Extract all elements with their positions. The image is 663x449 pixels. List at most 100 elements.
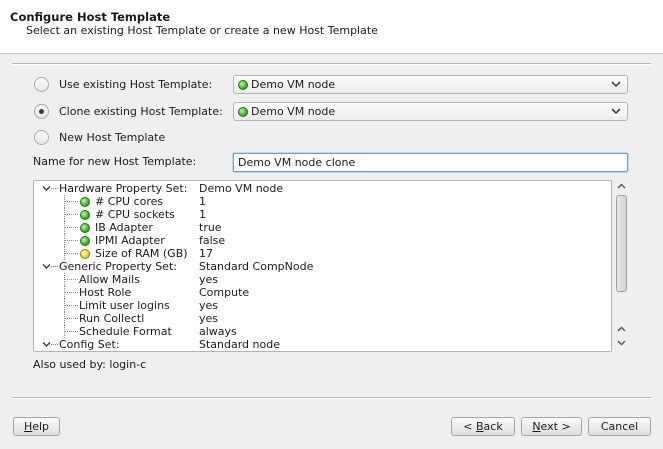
help-label-rest: elp [32,420,50,433]
back-prefix: < [463,420,476,433]
tree-group-row[interactable]: Generic Property Set: Standard CompNode [34,260,611,273]
tree-value: 17 [199,247,213,260]
tree-key: IPMI Adapter [95,234,165,247]
tree-branch-line [64,331,78,332]
use-existing-radio[interactable] [34,76,49,92]
tree-key: # CPU sockets [95,208,175,221]
tree-row[interactable]: IPMI Adapter false [34,234,611,247]
tree-row[interactable]: Allow Mails yes [34,273,611,286]
tree-key: IB Adapter [95,221,153,234]
tree-value: yes [199,273,219,286]
green-status-icon [80,236,90,246]
tree-branch-line [64,305,78,306]
tree-value: always [199,325,237,338]
tree-value: 1 [199,208,206,221]
tree-value: true [199,221,222,234]
tree-row[interactable]: Schedule Format always [34,325,611,338]
chevron-down-icon [611,108,621,115]
expand-chevron-icon[interactable] [42,263,51,270]
tree-key: Limit user logins [79,299,170,312]
green-status-icon [80,197,90,207]
next-button[interactable]: Next > [521,417,582,436]
tree-scrollbar[interactable] [614,180,629,352]
tree-branch-line [64,292,78,293]
tree-row[interactable]: # CPU cores 1 [34,195,611,208]
tree-key: Schedule Format [79,325,172,338]
tree-row[interactable]: Limit user logins yes [34,299,611,312]
tree-key: # CPU cores [95,195,164,208]
tree-value: 1 [199,195,206,208]
clone-existing-combo[interactable]: Demo VM node [233,102,628,121]
tree-branch-line [64,201,78,202]
back-button[interactable]: < Back [451,417,515,436]
new-template-radio[interactable] [34,129,49,145]
tree-key: Allow Mails [79,273,140,286]
tree-value: yes [199,299,219,312]
green-status-icon [238,106,248,117]
tree-branch-line [51,266,58,267]
help-mnemonic: H [23,420,33,433]
tree-branch-line [64,318,78,319]
template-name-input[interactable] [233,153,628,172]
tree-value: Demo VM node [199,182,284,195]
next-label-rest: ext > [540,420,571,433]
tree-branch-line [64,279,78,280]
tree-branch-line [64,214,78,215]
clone-existing-combo-value: Demo VM node [251,105,336,118]
top-separator [12,63,651,65]
back-label-rest: ack [483,420,503,433]
new-template-label: New Host Template [59,130,166,144]
clone-existing-radio[interactable] [34,103,49,119]
scroll-up-icon[interactable] [616,182,627,191]
tree-row[interactable]: Host Role Compute [34,286,611,299]
green-status-icon [80,223,90,233]
tree-branch-line [51,188,58,189]
tree-row[interactable]: # CPU sockets 1 [34,208,611,221]
expand-chevron-icon[interactable] [42,341,51,348]
property-tree[interactable]: Hardware Property Set: Demo VM node # CPU … [33,180,612,352]
template-name-label: Name for new Host Template: [33,155,197,168]
page-title: Configure Host Template [10,10,171,24]
page-subtitle: Select an existing Host Template or crea… [26,24,378,37]
also-used-by: Also used by: login-c [33,358,147,371]
tree-branch-line [64,227,78,228]
clone-existing-label: Clone existing Host Template: [59,104,223,118]
tree-value: Standard node [199,338,280,351]
scroll-down-icon[interactable] [616,338,627,347]
help-button[interactable]: Help [13,417,60,436]
tree-row[interactable]: Run Collectl yes [34,312,611,325]
tree-row[interactable]: Size of RAM (GB) 17 [34,247,611,260]
back-mnemonic: B [476,420,484,433]
use-existing-combo[interactable]: Demo VM node [233,75,628,94]
scroll-up-icon[interactable] [616,325,627,334]
yellow-status-icon [80,249,90,259]
chevron-down-icon [611,81,621,88]
tree-branch-line [51,344,58,345]
tree-group-row[interactable]: Config Set: Standard node [34,338,611,351]
use-existing-combo-value: Demo VM node [251,78,336,91]
tree-key: Config Set: [59,338,120,351]
tree-key: Run Collectl [79,312,145,325]
expand-chevron-icon[interactable] [42,185,51,192]
tree-value: yes [199,312,219,325]
next-mnemonic: N [532,420,541,433]
use-existing-label: Use existing Host Template: [59,77,213,91]
bottom-separator [12,397,651,399]
wizard-header: Configure Host Template Select an existi… [0,0,663,54]
tree-value: Standard CompNode [199,260,314,273]
tree-branch-line [64,253,78,254]
tree-value: Compute [199,286,250,299]
use-existing-option[interactable]: Use existing Host Template: [34,75,212,93]
tree-group-row[interactable]: Hardware Property Set: Demo VM node [34,182,611,195]
scrollbar-thumb[interactable] [616,195,627,292]
clone-existing-option[interactable]: Clone existing Host Template: [34,102,223,120]
tree-branch-line [64,240,78,241]
tree-key: Hardware Property Set: [59,182,188,195]
new-template-option[interactable]: New Host Template [34,128,165,146]
tree-row[interactable]: IB Adapter true [34,221,611,234]
tree-key: Size of RAM (GB) [95,247,188,260]
green-status-icon [238,79,248,90]
tree-key: Host Role [79,286,132,299]
tree-value: false [199,234,226,247]
cancel-button[interactable]: Cancel [588,417,651,436]
